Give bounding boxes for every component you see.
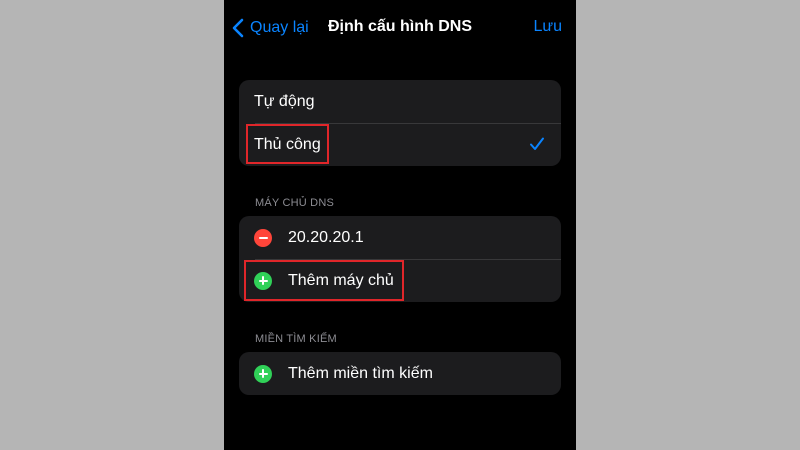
add-search-domain-row[interactable]: Thêm miền tìm kiếm — [239, 352, 561, 395]
remove-circle-icon[interactable] — [254, 228, 272, 247]
phone-screen: Quay lại Định cấu hình DNS Lưu Tự động T… — [224, 0, 576, 450]
option-automatic[interactable]: Tự động — [239, 80, 561, 123]
search-domains-header: MIỀN TÌM KIẾM — [255, 333, 337, 345]
option-manual[interactable]: Thủ công — [239, 123, 561, 166]
navigation-bar: Quay lại Định cấu hình DNS Lưu — [224, 0, 576, 56]
dns-servers-group: 20.20.20.1 Thêm máy chủ — [239, 216, 561, 302]
search-domains-group: Thêm miền tìm kiếm — [239, 352, 561, 395]
add-server-label: Thêm máy chủ — [288, 271, 394, 289]
config-mode-group: Tự động Thủ công — [239, 80, 561, 166]
add-circle-icon[interactable] — [254, 271, 272, 290]
add-server-row[interactable]: Thêm máy chủ — [239, 259, 561, 302]
checkmark-icon — [530, 137, 544, 150]
add-circle-icon[interactable] — [254, 364, 272, 383]
save-button[interactable]: Lưu — [533, 18, 562, 36]
dns-server-row[interactable]: 20.20.20.1 — [239, 216, 561, 259]
add-search-domain-label: Thêm miền tìm kiếm — [288, 364, 433, 382]
dns-server-value: 20.20.20.1 — [288, 228, 364, 246]
page-title: Định cấu hình DNS — [328, 18, 472, 35]
option-automatic-label: Tự động — [254, 92, 315, 110]
dns-servers-header: MÁY CHỦ DNS — [255, 197, 335, 209]
option-manual-label: Thủ công — [254, 135, 321, 153]
